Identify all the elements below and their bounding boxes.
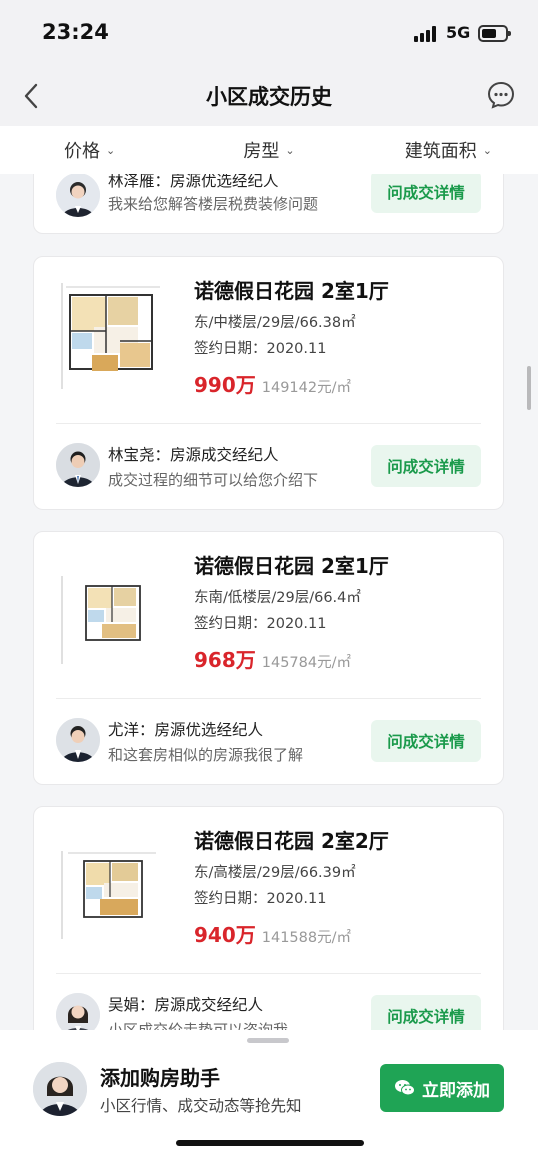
filter-label: 价格 <box>64 141 101 162</box>
screen: 23:24 5G 小区成交历史 价格 ⌄ 房型 ⌄ 建筑面积 ⌄ 林泽雁：房源优… <box>0 0 538 1163</box>
status-bar: 23:24 5G <box>0 0 538 66</box>
house-title: 诺德假日花园 2室1厅 <box>194 279 389 303</box>
list-item[interactable]: 林泽雁：房源优选经纪人 我来给您解答楼层税费装修问题 问成交详情 <box>33 174 504 234</box>
house-title: 诺德假日花园 2室2厅 <box>194 829 389 853</box>
helper-subtitle: 小区行情、成交动态等抢先知 <box>100 1097 302 1115</box>
nav-bar: 小区成交历史 <box>0 66 538 126</box>
sign-date: 签约日期：2020.11 <box>194 616 327 632</box>
agent-desc: 小区成交价走势可以咨询我 <box>108 1021 289 1030</box>
filter-label: 房型 <box>243 141 280 162</box>
divider <box>56 698 481 699</box>
caret-down-icon: ⌄ <box>106 143 116 157</box>
sign-date: 签约日期：2020.11 <box>194 891 327 907</box>
agent-desc: 我来给您解答楼层税费装修问题 <box>108 195 319 213</box>
network-type: 5G <box>446 23 471 42</box>
floor-plan-image <box>56 831 166 941</box>
sheet-grabber[interactable] <box>247 1038 289 1043</box>
ask-details-button[interactable]: 问成交详情 <box>371 174 481 213</box>
house-info: 东/高楼层/29层/66.39㎡ <box>194 865 356 881</box>
sign-date: 签约日期：2020.11 <box>194 341 327 357</box>
filter-bar: 价格 ⌄ 房型 ⌄ 建筑面积 ⌄ <box>0 126 538 174</box>
ask-details-button[interactable]: 问成交详情 <box>371 445 481 487</box>
filter-price[interactable]: 价格 ⌄ <box>0 126 179 174</box>
unit-price: 149142元/㎡ <box>261 380 351 396</box>
agent-name: 吴娟：房源成交经纪人 <box>108 996 264 1014</box>
total-price: 968万 <box>194 648 256 672</box>
bottom-sheet: 添加购房助手 小区行情、成交动态等抢先知 立即添加 <box>0 1030 538 1163</box>
list-item[interactable]: 诺德假日花园 2室1厅 东南/低楼层/29层/66.4㎡ 签约日期：2020.1… <box>33 531 504 785</box>
list-item[interactable]: 诺德假日花园 2室1厅 东/中楼层/29层/66.38㎡ 签约日期：2020.1… <box>33 256 504 510</box>
add-now-label: 立即添加 <box>422 1080 490 1101</box>
chat-button[interactable] <box>486 80 516 110</box>
house-info: 东南/低楼层/29层/66.4㎡ <box>194 590 361 606</box>
total-price: 940万 <box>194 923 256 947</box>
floor-plan-image <box>56 281 166 391</box>
caret-down-icon: ⌄ <box>285 143 295 157</box>
filter-area[interactable]: 建筑面积 ⌄ <box>359 126 538 174</box>
agent-name: 林宝尧：房源成交经纪人 <box>108 446 279 464</box>
avatar <box>56 718 100 762</box>
house-title: 诺德假日花园 2室1厅 <box>194 554 389 578</box>
unit-price: 145784元/㎡ <box>261 655 351 671</box>
ask-details-button[interactable]: 问成交详情 <box>371 995 481 1030</box>
avatar <box>56 443 100 487</box>
helper-title: 添加购房助手 <box>100 1066 220 1090</box>
divider <box>56 973 481 974</box>
agent-desc: 和这套房相似的房源我很了解 <box>108 746 304 764</box>
status-time: 23:24 <box>42 20 109 44</box>
wechat-icon <box>395 1080 415 1096</box>
chat-bubble-icon <box>487 81 515 109</box>
agent-desc: 成交过程的细节可以给您介绍下 <box>108 471 319 489</box>
ask-details-button[interactable]: 问成交详情 <box>371 720 481 762</box>
agent-name: 林泽雁：房源优选经纪人 <box>108 174 279 190</box>
signal-icon <box>414 26 440 42</box>
unit-price: 141588元/㎡ <box>261 930 351 946</box>
house-info: 东/中楼层/29层/66.38㎡ <box>194 315 356 331</box>
avatar <box>56 993 100 1030</box>
page-title: 小区成交历史 <box>206 85 332 109</box>
filter-layout[interactable]: 房型 ⌄ <box>179 126 358 174</box>
home-indicator <box>176 1140 364 1146</box>
scrollbar[interactable] <box>527 366 531 410</box>
filter-label: 建筑面积 <box>404 141 477 162</box>
add-now-button[interactable]: 立即添加 <box>380 1064 504 1112</box>
battery-icon <box>478 25 511 42</box>
list-item[interactable]: 诺德假日花园 2室2厅 东/高楼层/29层/66.39㎡ 签约日期：2020.1… <box>33 806 504 1030</box>
avatar <box>56 174 100 217</box>
avatar <box>33 1062 87 1116</box>
price-row: 968万 145784元/㎡ <box>194 644 351 673</box>
price-row: 940万 141588元/㎡ <box>194 919 351 948</box>
divider <box>56 423 481 424</box>
caret-down-icon: ⌄ <box>482 143 492 157</box>
price-row: 990万 149142元/㎡ <box>194 369 351 398</box>
total-price: 990万 <box>194 373 256 397</box>
agent-name: 尤洋：房源优选经纪人 <box>108 721 264 739</box>
transaction-list[interactable]: 林泽雁：房源优选经纪人 我来给您解答楼层税费装修问题 问成交详情 诺德假日花园 … <box>0 174 538 1030</box>
floor-plan-image <box>56 556 166 666</box>
